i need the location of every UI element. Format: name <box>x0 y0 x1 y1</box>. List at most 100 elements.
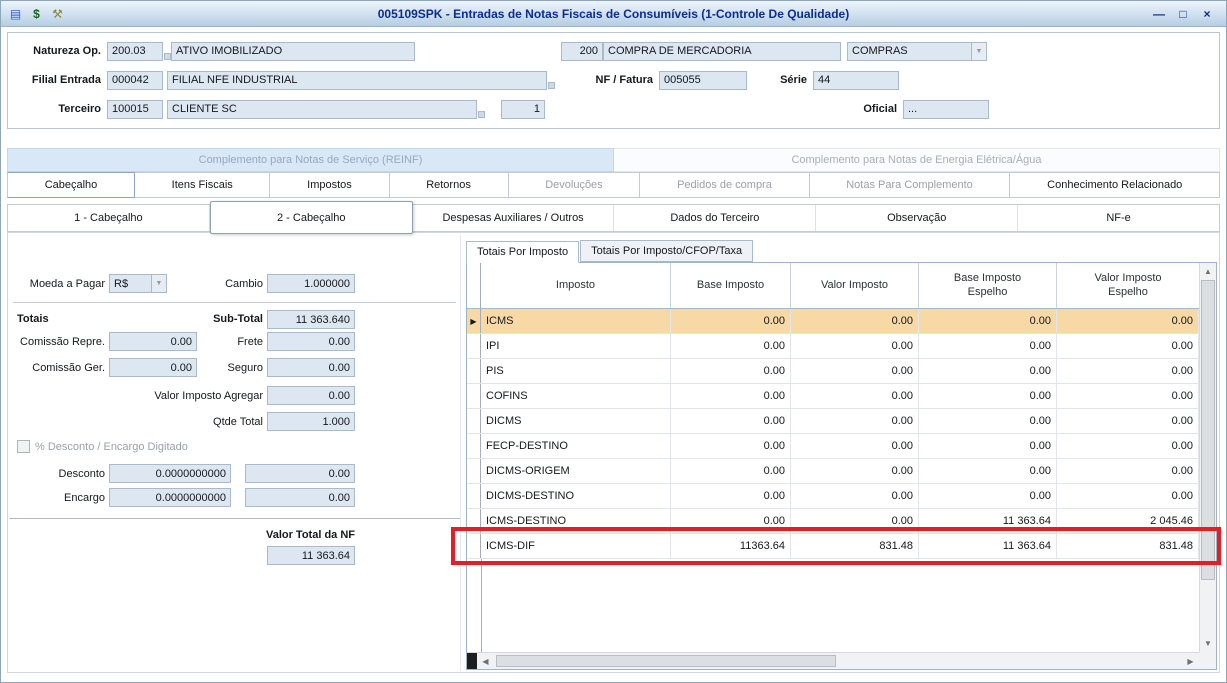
header-gutter <box>467 263 481 308</box>
cambio-label: Cambio <box>179 278 263 290</box>
main-tab[interactable]: Cabeçalho <box>7 172 135 198</box>
table-row[interactable]: ▶ PIS 0.00 0.00 0.00 0.00 <box>467 359 1199 384</box>
qtde-total-label: Qtde Total <box>79 416 263 428</box>
cfop-desc-field[interactable]: COMPRA DE MERCADORIA <box>603 42 841 61</box>
main-tab[interactable]: Notas Para Complemento <box>810 172 1011 198</box>
horizontal-scrollbar[interactable]: ◀ ▶ <box>467 652 1199 669</box>
table-row[interactable]: ▶ IPI 0.00 0.00 0.00 0.00 <box>467 334 1199 359</box>
column-header[interactable]: Valor Imposto Espelho <box>1057 263 1199 308</box>
table-row[interactable]: ▶ FECP-DESTINO 0.00 0.00 0.00 0.00 <box>467 434 1199 459</box>
vertical-scrollbar-thumb[interactable] <box>1201 280 1215 580</box>
sub-tab[interactable]: 2 - Cabeçalho <box>210 201 413 234</box>
table-row[interactable]: ▶ ICMS-DIF 11363.64 831.48 11 363.64 831… <box>467 534 1199 559</box>
main-tab[interactable]: Devoluções <box>509 172 641 198</box>
table-row[interactable]: ▶ DICMS-DESTINO 0.00 0.00 0.00 0.00 <box>467 484 1199 509</box>
table-row[interactable]: ▶ ICMS 0.00 0.00 0.00 0.00 <box>467 309 1199 334</box>
complement-tab[interactable]: Complemento para Notas de Serviço (REINF… <box>7 148 614 172</box>
encargo-valor-field[interactable]: 0.00 <box>245 488 355 507</box>
desconto-valor-field[interactable]: 0.00 <box>245 464 355 483</box>
qtde-total-field[interactable]: 1.000 <box>267 412 355 431</box>
filial-code-field[interactable]: 000042 <box>107 71 163 90</box>
terceiro-seq-field[interactable]: 1 <box>501 100 545 119</box>
sub-tab[interactable]: NF-e <box>1018 205 1219 231</box>
subtotal-field[interactable]: 11 363.640 <box>267 310 355 329</box>
cell-base-espelho: 0.00 <box>919 359 1057 383</box>
title-bar: ▤ $ ⚒ 005109SPK - Entradas de Notas Fisc… <box>1 1 1226 27</box>
natureza-op-desc-field[interactable]: ATIVO IMOBILIZADO <box>171 42 415 61</box>
imposto-agregar-field[interactable]: 0.00 <box>267 386 355 405</box>
terceiro-row: Terceiro 100015 CLIENTE SC 1 Oficial ... <box>15 99 1212 119</box>
sub-tab[interactable]: Despesas Auxiliares / Outros <box>413 205 615 231</box>
terceiro-label: Terceiro <box>15 103 107 115</box>
scroll-left-icon[interactable]: ◀ <box>477 653 494 669</box>
grid-splitter[interactable] <box>467 653 477 669</box>
lookup-handle[interactable] <box>164 53 171 60</box>
lookup-handle[interactable] <box>548 82 555 89</box>
sub-tab[interactable]: 1 - Cabeçalho <box>8 205 210 231</box>
tax-tab[interactable]: Totais Por Imposto <box>466 241 579 263</box>
cell-valor-imposto: 0.00 <box>791 484 919 508</box>
main-tab[interactable]: Pedidos de compra <box>640 172 809 198</box>
table-row[interactable]: ▶ DICMS 0.00 0.00 0.00 0.00 <box>467 409 1199 434</box>
complement-tab-label: Complemento para Notas de Serviço (REINF… <box>199 154 423 166</box>
main-tab[interactable]: Impostos <box>270 172 389 198</box>
natureza-op-code-field[interactable]: 200.03 <box>107 42 163 61</box>
scroll-up-icon[interactable]: ▲ <box>1200 263 1216 280</box>
maximize-button[interactable]: □ <box>1172 5 1194 23</box>
column-header[interactable]: Base Imposto Espelho <box>919 263 1057 308</box>
sub-tab-label: Despesas Auxiliares / Outros <box>442 212 583 224</box>
dropdown-icon[interactable]: ▼ <box>971 42 987 61</box>
column-header-label: Valor Imposto <box>821 279 888 293</box>
table-row[interactable]: ▶ COFINS 0.00 0.00 0.00 0.00 <box>467 384 1199 409</box>
money-icon[interactable]: $ <box>28 5 45 22</box>
vertical-scrollbar[interactable]: ▲ ▼ <box>1199 263 1216 652</box>
valor-total-nf-field[interactable]: 11 363.64 <box>267 546 355 565</box>
horizontal-scrollbar-thumb[interactable] <box>496 655 836 667</box>
dropdown-icon[interactable]: ▼ <box>151 274 167 293</box>
main-tab[interactable]: Itens Fiscais <box>135 172 271 198</box>
column-header[interactable]: Valor Imposto <box>791 263 919 308</box>
scroll-down-icon[interactable]: ▼ <box>1200 635 1216 652</box>
desconto-digitado-checkbox[interactable] <box>17 440 30 453</box>
cambio-field[interactable]: 1.000000 <box>267 274 355 293</box>
terceiro-code-field[interactable]: 100015 <box>107 100 163 119</box>
terceiro-desc-field[interactable]: CLIENTE SC <box>167 100 477 119</box>
tax-tab-label: Totais Por Imposto <box>477 246 568 258</box>
frete-field[interactable]: 0.00 <box>267 332 355 351</box>
scroll-right-icon[interactable]: ▶ <box>1182 653 1199 669</box>
tipo-operacao-select[interactable]: COMPRAS ▼ <box>847 42 987 61</box>
minimize-button[interactable]: — <box>1148 5 1170 23</box>
desconto-pct-field[interactable]: 0.0000000000 <box>109 464 231 483</box>
oficial-field[interactable]: ... <box>903 100 989 119</box>
frete-label: Frete <box>179 336 263 348</box>
nf-fatura-field[interactable]: 005055 <box>659 71 747 90</box>
close-button[interactable]: × <box>1196 5 1218 23</box>
column-header[interactable]: Base Imposto <box>671 263 791 308</box>
cell-base-imposto: 0.00 <box>671 409 791 433</box>
cfop-code-field[interactable]: 200 <box>561 42 603 61</box>
column-header[interactable]: Imposto <box>481 263 671 308</box>
notes-icon[interactable]: ▤ <box>7 5 24 22</box>
cell-imposto: ICMS-DIF <box>481 534 671 558</box>
cell-imposto: DICMS-DESTINO <box>481 484 671 508</box>
table-row[interactable]: ▶ DICMS-ORIGEM 0.00 0.00 0.00 0.00 <box>467 459 1199 484</box>
table-row[interactable]: ▶ ICMS-DESTINO 0.00 0.00 11 363.64 2 045… <box>467 509 1199 534</box>
serie-field[interactable]: 44 <box>813 71 899 90</box>
main-tab[interactable]: Conhecimento Relacionado <box>1010 172 1220 198</box>
sub-tab-label: NF-e <box>1106 212 1130 224</box>
sub-tab[interactable]: Observação <box>816 205 1018 231</box>
encargo-pct-field[interactable]: 0.0000000000 <box>109 488 231 507</box>
content-area: Moeda a Pagar R$ ▼ Cambio 1.000000 Totai… <box>7 232 1220 673</box>
moeda-value: R$ <box>109 274 151 293</box>
cell-valor-imposto: 0.00 <box>791 384 919 408</box>
moeda-select[interactable]: R$ ▼ <box>109 274 167 293</box>
subtotal-label: Sub-Total <box>159 313 263 325</box>
tax-tab[interactable]: Totais Por Imposto/CFOP/Taxa <box>580 240 753 262</box>
main-tab[interactable]: Retornos <box>390 172 509 198</box>
complement-tab[interactable]: Complemento para Notas de Energia Elétri… <box>614 148 1220 172</box>
seguro-field[interactable]: 0.00 <box>267 358 355 377</box>
sub-tab[interactable]: Dados do Terceiro <box>614 205 816 231</box>
wrench-icon[interactable]: ⚒ <box>49 5 66 22</box>
lookup-handle[interactable] <box>478 111 485 118</box>
filial-desc-field[interactable]: FILIAL NFE INDUSTRIAL <box>167 71 547 90</box>
